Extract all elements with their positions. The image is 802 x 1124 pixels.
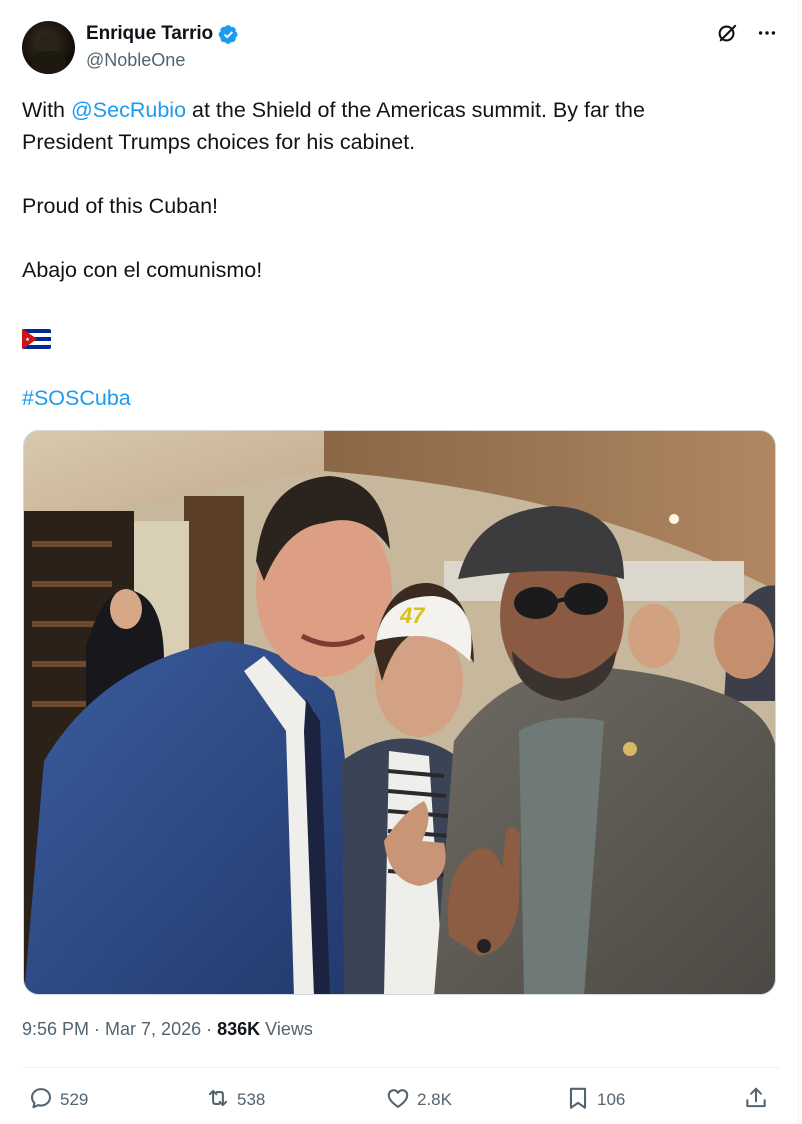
- mention-link[interactable]: @SecRubio: [71, 98, 186, 122]
- hashtag-line: #SOSCuba: [22, 382, 762, 414]
- flag-line: [22, 318, 762, 350]
- frame-border: [798, 0, 799, 1124]
- like-icon: [385, 1085, 411, 1116]
- divider: [22, 1067, 780, 1068]
- reply-button[interactable]: 529: [28, 1086, 88, 1114]
- avatar[interactable]: [22, 21, 75, 74]
- bookmark-button[interactable]: 106: [565, 1086, 625, 1114]
- post-line-2: President Trumps choices for his cabinet…: [22, 130, 416, 154]
- post-meta: 9:56 PM · Mar 7, 2026 · 836K Views: [22, 1019, 313, 1039]
- post-time[interactable]: 9:56 PM: [22, 1019, 89, 1039]
- top-actions: [714, 20, 780, 46]
- post-line-1: With @SecRubio at the Shield of the Amer…: [22, 98, 645, 122]
- grok-icon[interactable]: [714, 20, 740, 46]
- post-date[interactable]: Mar 7, 2026: [105, 1019, 201, 1039]
- post-text: With @SecRubio at the Shield of the Amer…: [22, 94, 762, 414]
- post-line-4: Abajo con el comunismo!: [22, 258, 263, 282]
- repost-icon: [205, 1085, 231, 1116]
- like-button[interactable]: 2.8K: [385, 1086, 452, 1114]
- views-label: Views: [260, 1019, 313, 1039]
- views-count: 836K: [217, 1019, 261, 1039]
- author-name-row[interactable]: Enrique Tarrio: [86, 22, 239, 46]
- repost-count: 538: [237, 1090, 266, 1109]
- reply-count: 529: [60, 1090, 89, 1109]
- display-name[interactable]: Enrique Tarrio: [86, 23, 213, 45]
- like-count: 2.8K: [417, 1090, 452, 1109]
- svg-text:47: 47: [399, 603, 426, 628]
- post-line-3: Proud of this Cuban!: [22, 194, 219, 218]
- more-icon[interactable]: [754, 20, 780, 46]
- verified-badge-icon[interactable]: [218, 24, 239, 45]
- repost-button[interactable]: 538: [205, 1086, 265, 1114]
- bookmark-icon: [565, 1085, 591, 1116]
- share-icon: [743, 1085, 769, 1116]
- bookmark-count: 106: [597, 1090, 626, 1109]
- hashtag-link[interactable]: #SOSCuba: [22, 386, 131, 410]
- share-button[interactable]: [743, 1086, 769, 1114]
- post-photo[interactable]: 47: [23, 430, 776, 995]
- cuba-flag-emoji: [22, 326, 51, 350]
- handle[interactable]: @NobleOne: [86, 50, 185, 71]
- reply-icon: [28, 1085, 54, 1116]
